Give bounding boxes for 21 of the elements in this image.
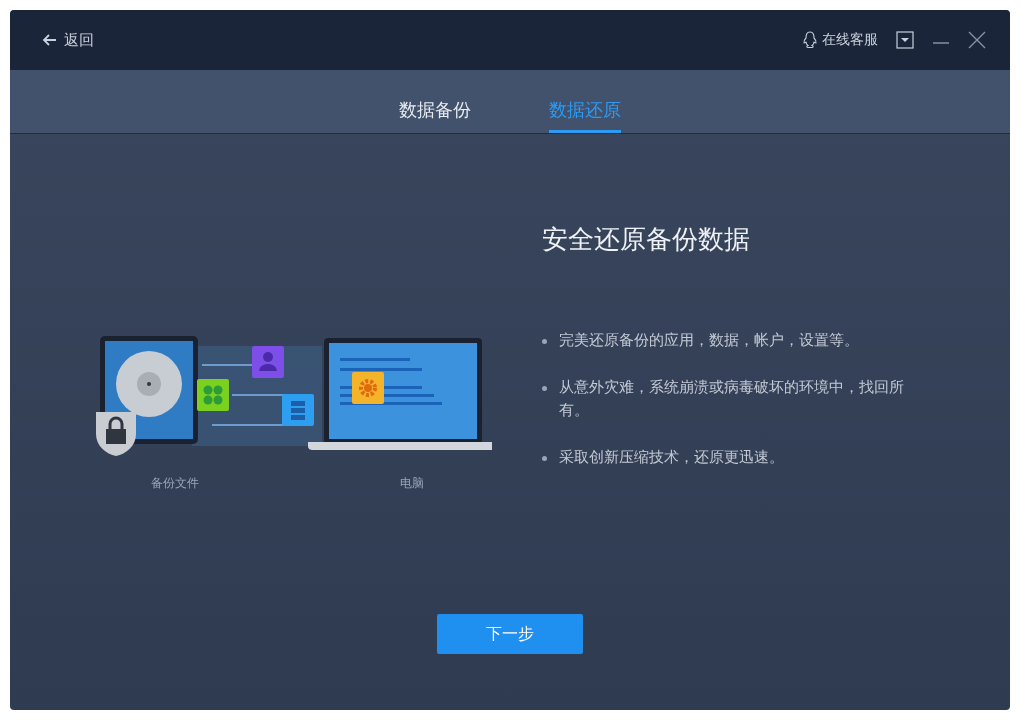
heading: 安全还原备份数据 — [542, 223, 751, 256]
close-icon[interactable] — [968, 31, 986, 49]
penguin-icon — [802, 31, 818, 49]
arrow-left-icon — [42, 32, 58, 48]
tab[interactable]: 数据备份 — [399, 70, 471, 133]
feature-text: 完美还原备份的应用，数据，帐户，设置等。 — [559, 330, 859, 351]
bullet-icon — [542, 339, 547, 344]
lock-shield-icon — [96, 412, 136, 456]
computer-label: 电脑 — [400, 475, 424, 492]
clover-app-icon — [197, 379, 229, 411]
online-support-button[interactable]: 在线客服 — [802, 31, 878, 49]
dropdown-icon[interactable] — [896, 31, 914, 49]
feature-text: 从意外灾难，系统崩溃或病毒破坏的环境中，找回所有。 — [559, 377, 905, 421]
backup-file-label: 备份文件 — [151, 475, 199, 492]
feature-text: 采取创新压缩技术，还原更迅速。 — [559, 447, 784, 468]
gear-app-icon — [352, 372, 384, 404]
back-button[interactable]: 返回 — [40, 28, 96, 52]
bullet-icon — [542, 456, 547, 461]
server-app-icon — [282, 394, 314, 426]
user-app-icon — [252, 346, 284, 378]
bullet-icon — [542, 386, 547, 391]
